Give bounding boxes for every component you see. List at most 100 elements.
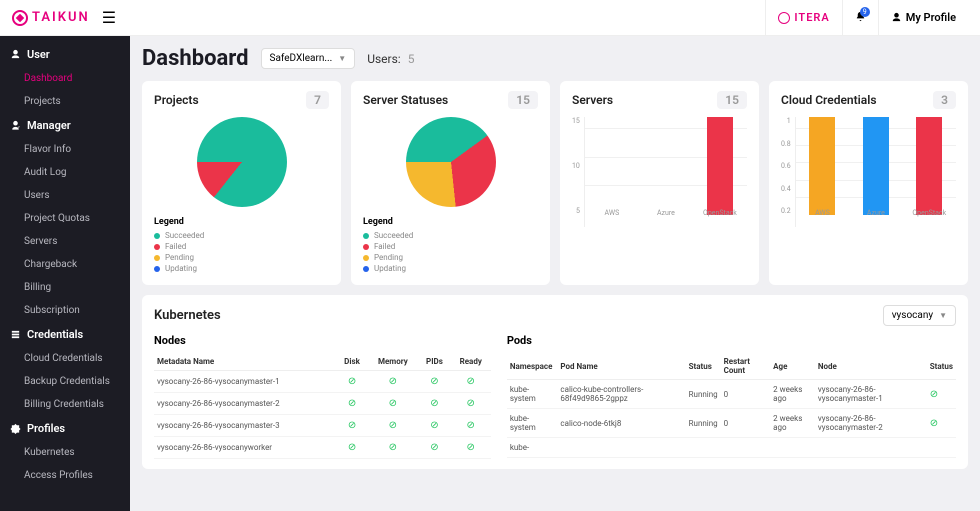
check-icon: ⊘	[930, 389, 938, 400]
table-row[interactable]: vysocany-26-86-vysocanymaster-3⊘⊘⊘⊘	[154, 415, 491, 437]
sidebar-item-access-profiles[interactable]: Access Profiles	[0, 464, 130, 487]
table-row[interactable]: kube-systemcalico-node-6tkj8Running02 we…	[507, 409, 956, 438]
org-selector[interactable]: SafeDXlearn... ▼	[261, 48, 356, 69]
projects-pie	[197, 117, 287, 207]
hamburger-icon[interactable]: ☰	[102, 8, 116, 27]
sidebar-item-servers[interactable]: Servers	[0, 230, 130, 253]
kube-title: Kubernetes	[154, 308, 221, 323]
partner-badge[interactable]: ITERA	[765, 0, 841, 36]
content-area: Dashboard SafeDXlearn... ▼ Users: 5 Proj…	[130, 36, 980, 511]
partner-icon	[778, 12, 790, 24]
card-title: Servers	[572, 93, 613, 107]
card-title: Cloud Credentials	[781, 93, 877, 107]
check-icon: ⊘	[467, 398, 475, 409]
sidebar-item-cloud-credentials[interactable]: Cloud Credentials	[0, 347, 130, 370]
users-text: Users:	[367, 52, 401, 66]
user-icon	[891, 12, 902, 23]
table-row[interactable]: kube-systemcalico-kube-controllers-68f49…	[507, 380, 956, 409]
page-header: Dashboard SafeDXlearn... ▼ Users: 5	[142, 46, 968, 71]
check-icon: ⊘	[930, 418, 938, 429]
sidebar-section: User	[0, 42, 130, 67]
cloud-card: Cloud Credentials 3 10.80.60.40.2AWSAzur…	[769, 81, 968, 285]
check-icon: ⊘	[389, 420, 397, 431]
chevron-down-icon: ▼	[338, 54, 346, 63]
legend: LegendSucceededFailedPendingUpdating	[154, 217, 329, 273]
legend-item: Failed	[154, 242, 329, 251]
check-icon: ⊘	[348, 376, 356, 387]
projects-card: Projects 7 LegendSucceededFailedPendingU…	[142, 81, 341, 285]
sidebar-item-dashboard[interactable]: Dashboard	[0, 67, 130, 90]
sidebar-item-kubernetes[interactable]: Kubernetes	[0, 441, 130, 464]
header-left: TAIKUN ☰	[12, 8, 116, 27]
check-icon: ⊘	[348, 398, 356, 409]
kubernetes-card: Kubernetes vysocany ▼ Nodes Metadata Nam…	[142, 295, 968, 469]
brand-text: TAIKUN	[32, 10, 90, 25]
legend-item: Pending	[363, 253, 538, 262]
sidebar-item-users[interactable]: Users	[0, 184, 130, 207]
sidebar: UserDashboardProjectsManagerFlavor InfoA…	[0, 36, 130, 511]
card-count: 7	[306, 91, 329, 109]
card-title: Projects	[154, 93, 199, 107]
check-icon: ⊘	[348, 420, 356, 431]
sidebar-item-project-quotas[interactable]: Project Quotas	[0, 207, 130, 230]
brand-logo[interactable]: TAIKUN	[12, 10, 90, 26]
card-count: 3	[933, 91, 956, 109]
table-row[interactable]: vysocany-26-86-vysocanymaster-1⊘⊘⊘⊘	[154, 371, 491, 393]
sidebar-item-billing-credentials[interactable]: Billing Credentials	[0, 393, 130, 416]
legend-item: Updating	[154, 264, 329, 273]
legend-item: Updating	[363, 264, 538, 273]
check-icon: ⊘	[389, 398, 397, 409]
sidebar-item-projects[interactable]: Projects	[0, 90, 130, 113]
users-label: Users: 5	[367, 52, 414, 66]
profile-label: My Profile	[906, 11, 956, 24]
sidebar-item-audit-log[interactable]: Audit Log	[0, 161, 130, 184]
table-row[interactable]: kube-	[507, 438, 956, 458]
sidebar-item-subscription[interactable]: Subscription	[0, 299, 130, 322]
notif-badge: 9	[860, 7, 870, 17]
sidebar-section: Manager	[0, 113, 130, 138]
summary-cards: Projects 7 LegendSucceededFailedPendingU…	[142, 81, 968, 285]
sidebar-item-backup-credentials[interactable]: Backup Credentials	[0, 370, 130, 393]
table-row[interactable]: vysocany-26-86-vysocanyworker⊘⊘⊘⊘	[154, 437, 491, 459]
notifications-button[interactable]: 9	[842, 0, 878, 36]
pods-section: Pods NamespacePod NameStatusRestart Coun…	[507, 334, 956, 459]
check-icon: ⊘	[467, 442, 475, 453]
logo-icon	[12, 10, 28, 26]
partner-label: ITERA	[794, 11, 829, 24]
users-count: 5	[408, 52, 415, 66]
check-icon: ⊘	[389, 376, 397, 387]
check-icon: ⊘	[389, 442, 397, 453]
legend-item: Succeeded	[154, 231, 329, 240]
pods-table: NamespacePod NameStatusRestart CountAgeN…	[507, 353, 956, 458]
kube-selector-value: vysocany	[892, 310, 933, 321]
cloud-bars: 10.80.60.40.2AWSAzureOpenStack	[781, 117, 956, 227]
kube-selector[interactable]: vysocany ▼	[883, 305, 956, 326]
check-icon: ⊘	[467, 376, 475, 387]
table-row[interactable]: vysocany-26-86-vysocanymaster-2⊘⊘⊘⊘	[154, 393, 491, 415]
legend-item: Succeeded	[363, 231, 538, 240]
card-title: Server Statuses	[363, 93, 448, 107]
check-icon: ⊘	[348, 442, 356, 453]
header-right: ITERA 9 My Profile	[765, 0, 968, 36]
sidebar-section: Credentials	[0, 322, 130, 347]
sidebar-section: Profiles	[0, 416, 130, 441]
chevron-down-icon: ▼	[939, 311, 947, 320]
org-selector-value: SafeDXlearn...	[270, 53, 333, 64]
check-icon: ⊘	[430, 442, 438, 453]
legend-item: Pending	[154, 253, 329, 262]
nodes-section: Nodes Metadata NameDiskMemoryPIDsReadyvy…	[154, 334, 491, 459]
card-count: 15	[717, 91, 747, 109]
check-icon: ⊘	[467, 420, 475, 431]
nodes-table: Metadata NameDiskMemoryPIDsReadyvysocany…	[154, 353, 491, 459]
statuses-pie	[406, 117, 496, 207]
top-header: TAIKUN ☰ ITERA 9 My Profile	[0, 0, 980, 36]
profile-button[interactable]: My Profile	[878, 0, 968, 36]
pods-title: Pods	[507, 334, 956, 347]
check-icon: ⊘	[430, 398, 438, 409]
legend-item: Failed	[363, 242, 538, 251]
statuses-card: Server Statuses 15 LegendSucceededFailed…	[351, 81, 550, 285]
check-icon: ⊘	[430, 420, 438, 431]
sidebar-item-billing[interactable]: Billing	[0, 276, 130, 299]
sidebar-item-flavor-info[interactable]: Flavor Info	[0, 138, 130, 161]
sidebar-item-chargeback[interactable]: Chargeback	[0, 253, 130, 276]
